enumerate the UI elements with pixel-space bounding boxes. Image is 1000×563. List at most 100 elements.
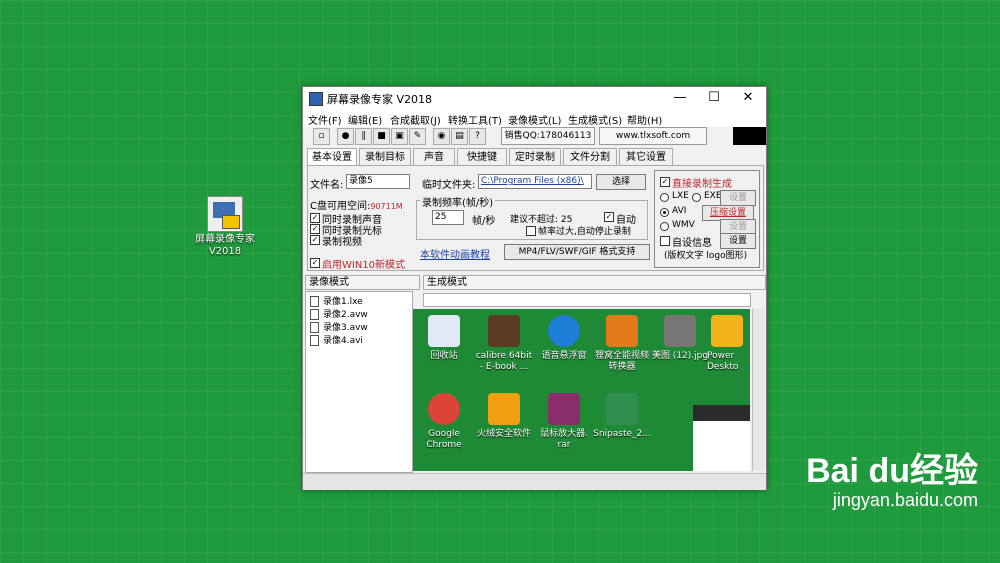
preview-icon-label: Power — [707, 351, 735, 361]
list-item[interactable]: 录像2.avw — [310, 307, 368, 320]
preview-icon-recycle-bin: 回收站 — [413, 315, 475, 362]
preview-icon-label: 语音悬浮窗 — [541, 351, 587, 361]
file-icon — [310, 335, 319, 346]
toolbar: ▫ ● ∥ ■ ▣ ✎ ◉ ▤ ? 销售QQ:178046113 www.tlx… — [305, 127, 766, 145]
site-label[interactable]: www.tlxsoft.com — [599, 127, 707, 145]
snipaste-icon — [606, 393, 638, 425]
video-converter-icon — [606, 315, 638, 347]
preview-icon-label: - E-book ... — [479, 362, 529, 372]
fps-input[interactable]: 25 — [432, 210, 464, 225]
menu-gen-mode[interactable]: 生成模式(S) — [568, 112, 622, 127]
format-support-button[interactable]: MP4/FLV/SWF/GIF 格式支持 — [504, 244, 650, 260]
fps-auto-stop-label: 帧率过大,自动停止录制 — [538, 227, 631, 237]
title-bar[interactable]: 屏幕录像专家 V2018 — ☐ ✕ — [303, 87, 766, 109]
file-icon — [310, 296, 319, 307]
pause-icon[interactable]: ∥ — [355, 128, 372, 145]
menu-merge[interactable]: 合成截取(J) — [390, 112, 441, 127]
edit-icon[interactable]: ✎ — [409, 128, 426, 145]
preview-icon-label: Deskto — [707, 362, 739, 372]
preview-icon-huorong: 火绒安全软件 — [473, 393, 535, 440]
basic-settings-panel: 文件名: 录像5 临时文件夹: C:\Program Files (x86)\ … — [307, 165, 764, 271]
film-icon[interactable]: ▤ — [451, 128, 468, 145]
globe-icon[interactable]: ◉ — [433, 128, 450, 145]
baidu-brand: Bai du经验 — [806, 452, 978, 490]
list-item[interactable]: 录像3.avw — [310, 320, 368, 333]
menu-file[interactable]: 文件(F) — [308, 112, 342, 127]
fmt-lxe-radio[interactable] — [660, 193, 669, 202]
menu-bar: 文件(F) 编辑(E) 合成截取(J) 转换工具(T) 录像模式(L) 生成模式… — [303, 109, 766, 127]
rec-cursor-checkbox[interactable]: ✓ — [310, 224, 320, 234]
maximize-button[interactable]: ☐ — [697, 87, 731, 109]
rec-sound-checkbox[interactable]: ✓ — [310, 213, 320, 223]
help-icon[interactable]: ? — [469, 128, 486, 145]
custom-info-checkbox[interactable] — [660, 236, 670, 246]
custom-info-settings-button[interactable]: 设置 — [720, 233, 756, 249]
fps-auto-stop-checkbox[interactable] — [526, 226, 536, 236]
preview-icon-label: Snipaste_2... — [593, 429, 651, 439]
list-item[interactable]: 录像1.lxe — [310, 294, 363, 307]
stop-icon[interactable]: ■ — [373, 128, 390, 145]
preview-icon-ifly: 语音悬浮窗 — [533, 315, 595, 362]
preview-icon-label: 鼠标放大器. — [540, 429, 588, 439]
rec-video-label: 录制视频 — [322, 237, 362, 248]
file-icon — [310, 309, 319, 320]
preview-icon-label: rar — [557, 440, 571, 450]
gen-mode-path-bar — [423, 293, 751, 307]
lxe-settings-button[interactable]: 设置 — [720, 190, 756, 206]
desktop-icon-screen-recorder[interactable]: 屏幕录像专家 V2018 — [190, 196, 260, 258]
fps-group-label: 录制频率(帧/秒) — [420, 194, 496, 209]
calibre-icon — [488, 315, 520, 347]
file-icon — [310, 322, 319, 333]
preview-icon-image: 美图 (12).jpg — [649, 315, 711, 362]
choose-folder-button[interactable]: 选择 — [596, 174, 646, 190]
fps-unit: 帧/秒 — [472, 216, 496, 227]
menu-record-mode[interactable]: 录像模式(L) — [508, 112, 561, 127]
menu-convert[interactable]: 转换工具(T) — [448, 112, 502, 127]
preview-scrollbar[interactable] — [752, 309, 765, 471]
fmt-avi-radio[interactable] — [660, 208, 669, 217]
preview-icon-label: 回收站 — [430, 351, 458, 361]
preview-icon-label: Chrome — [426, 440, 462, 450]
preview-icon-label: calibre 64bit — [475, 351, 533, 361]
camera-icon[interactable]: ▣ — [391, 128, 408, 145]
file-name: 录像4.avi — [323, 336, 363, 346]
filename-input[interactable]: 录像5 — [346, 174, 410, 189]
menu-edit[interactable]: 编辑(E) — [348, 112, 382, 127]
fmt-wmv-radio[interactable] — [660, 222, 669, 231]
rec-video-checkbox[interactable]: ✓ — [310, 235, 320, 245]
disk-space-row: C盘可用空间:90711M — [310, 197, 403, 212]
new-icon[interactable]: ▫ — [313, 128, 330, 145]
desktop-icon-label-2: V2018 — [208, 246, 242, 257]
minimize-button[interactable]: — — [663, 87, 697, 109]
fmt-exe-radio[interactable] — [692, 193, 701, 202]
preview-icon-label: 狸窝全能视频 — [594, 351, 649, 361]
record-icon[interactable]: ● — [337, 128, 354, 145]
power-desktop-icon — [711, 315, 743, 347]
rar-archive-icon — [548, 393, 580, 425]
baidu-watermark: Bai du经验 jingyan.baidu.com — [738, 452, 978, 511]
preview-icon-rar: 鼠标放大器. rar — [533, 393, 595, 451]
close-button[interactable]: ✕ — [731, 87, 765, 109]
rec-mode-header[interactable]: 录像模式 — [305, 275, 420, 290]
list-item[interactable]: 录像4.avi — [310, 333, 363, 346]
direct-gen-checkbox[interactable]: ✓ — [660, 177, 670, 187]
app-window: 屏幕录像专家 V2018 — ☐ ✕ 文件(F) 编辑(E) 合成截取(J) 转… — [302, 86, 767, 490]
preview-icon-snipaste: Snipaste_2... — [591, 393, 653, 440]
tutorial-link[interactable]: 本软件动画教程 — [420, 246, 490, 261]
file-name: 录像3.avw — [323, 323, 368, 333]
recording-file-list[interactable]: 录像1.lxe 录像2.avw 录像3.avw 录像4.avi — [305, 291, 413, 473]
menu-help[interactable]: 帮助(H) — [627, 112, 662, 127]
level-meter — [733, 127, 766, 145]
desktop-icon-label-1: 屏幕录像专家 — [195, 234, 255, 245]
win10-mode-label: 启用WIN10新模式 — [322, 260, 406, 271]
preview-icon-label: Google — [428, 429, 460, 439]
gen-mode-header[interactable]: 生成模式 — [423, 275, 766, 290]
win10-mode-checkbox[interactable]: ✓ — [310, 258, 320, 268]
custom-info-label: 自设信息 — [672, 238, 712, 249]
temp-folder-input[interactable]: C:\Program Files (x86)\ — [478, 174, 592, 189]
qq-label: 销售QQ:178046113 — [501, 127, 595, 145]
fmt-lxe-label: LXE — [672, 191, 689, 201]
baidu-url: jingyan.baidu.com — [832, 490, 978, 510]
fps-auto-checkbox[interactable]: ✓ — [604, 212, 614, 222]
chrome-icon — [428, 393, 460, 425]
